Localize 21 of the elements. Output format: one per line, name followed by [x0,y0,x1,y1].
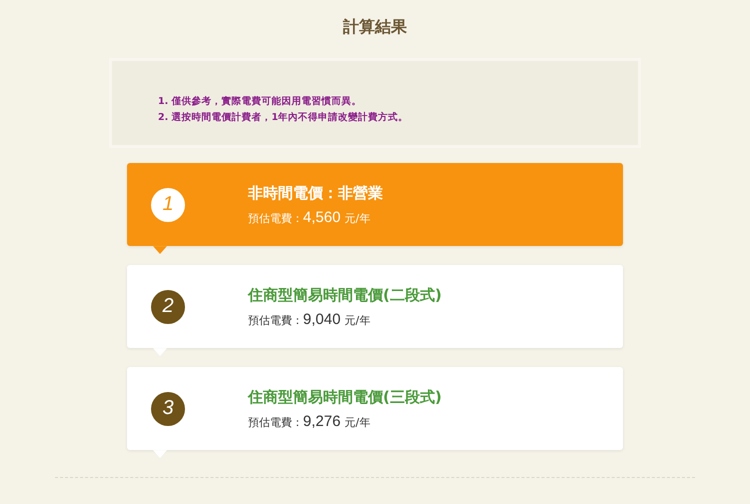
cost-amount: 9,040 [303,310,341,328]
rank-badge: 3 [151,392,185,426]
page-title: 計算結果 [343,16,407,38]
rank-badge: 2 [151,290,185,324]
cost-unit: 元/年 [344,210,370,226]
plan-title: 非時間電價：非營業 [248,184,383,202]
cost-amount: 9,276 [303,412,341,430]
note-text: 1. 僅供參考，實際電費可能因用電習慣而異。 [158,95,363,108]
plan-title: 住商型簡易時間電價(三段式) [248,388,442,406]
plan-title: 住商型簡易時間電價(二段式) [248,286,442,304]
rank-badge: 1 [151,188,185,222]
pointer-icon [153,348,167,356]
cost-amount: 4,560 [303,208,341,226]
cost-label: 預估電費： [248,414,303,430]
pointer-icon [153,246,167,254]
cost-label: 預估電費： [248,210,303,226]
cost-label: 預估電費： [248,312,303,328]
cost-unit: 元/年 [344,414,370,430]
note-text: 2. 選按時間電價計費者，1年內不得申請改變計費方式。 [158,111,410,124]
cost-unit: 元/年 [344,312,370,328]
pointer-icon [153,450,167,458]
